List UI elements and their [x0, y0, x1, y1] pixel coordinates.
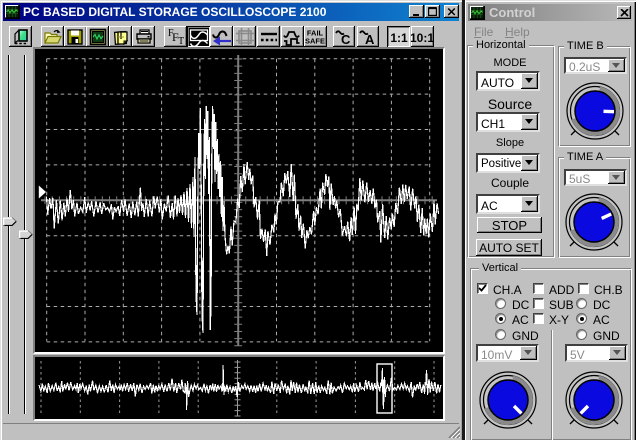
- svg-text:A: A: [365, 32, 375, 47]
- svg-text:10:1: 10:1: [411, 31, 433, 45]
- svg-text:SAFE: SAFE: [305, 36, 325, 45]
- svg-text:C: C: [341, 32, 351, 47]
- svg-text:1:1: 1:1: [390, 31, 408, 45]
- svg-text:T: T: [178, 36, 184, 47]
